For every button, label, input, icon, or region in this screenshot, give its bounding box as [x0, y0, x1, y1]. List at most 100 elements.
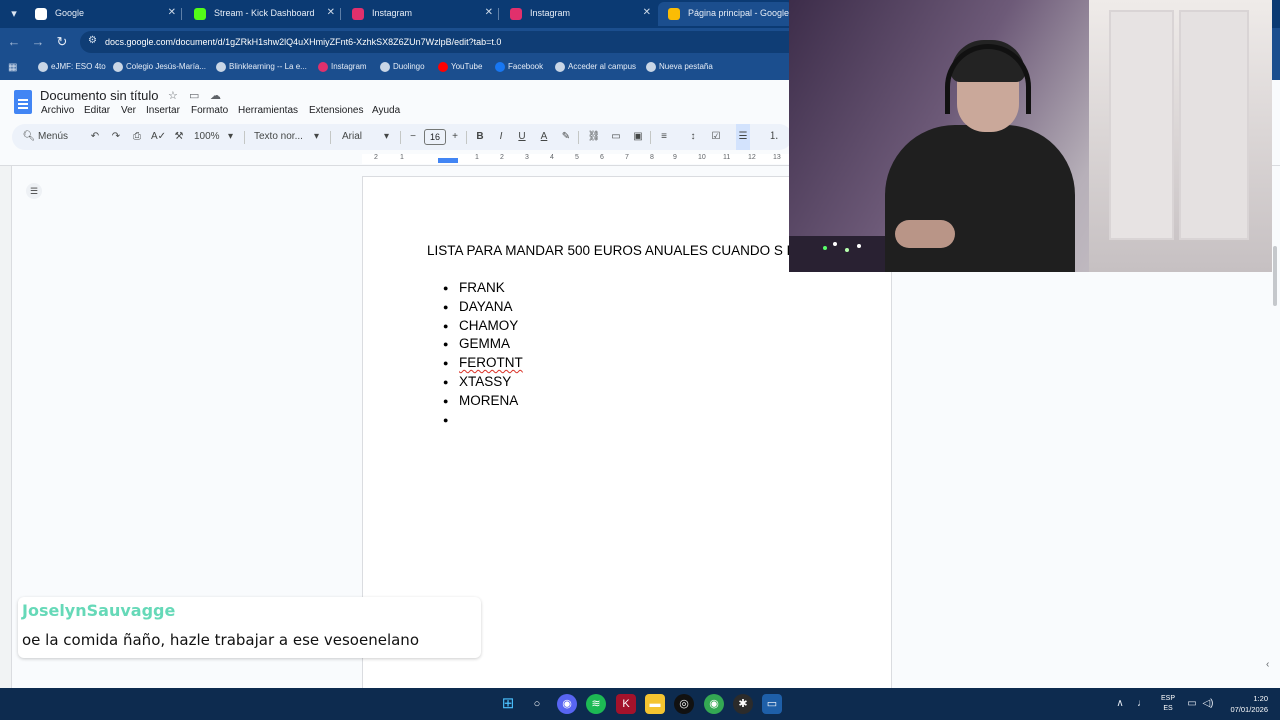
bookmark-item[interactable]: YouTube: [438, 56, 482, 78]
bookmark-item[interactable]: Nueva pestaña: [646, 56, 713, 78]
text-color-icon[interactable]: A: [538, 124, 550, 150]
chrome-icon[interactable]: ◉: [704, 694, 724, 714]
reload-icon[interactable]: ↻: [54, 34, 70, 50]
chevron-down-icon[interactable]: ▾: [314, 124, 319, 150]
bookmark-item[interactable]: Duolingo: [380, 56, 425, 78]
discord-icon[interactable]: ◉: [557, 694, 577, 714]
menu-archivo[interactable]: Archivo: [41, 105, 74, 116]
bookmark-item[interactable]: Facebook: [495, 56, 543, 78]
zoom-select[interactable]: 100%: [194, 124, 220, 150]
comment-icon[interactable]: ▭: [609, 124, 623, 150]
volume-icon[interactable]: ◁): [1201, 688, 1215, 720]
menu-formato[interactable]: Formato: [191, 105, 228, 116]
increase-font-icon[interactable]: +: [450, 124, 460, 150]
link-icon[interactable]: ⛓: [587, 124, 601, 150]
close-tab-icon[interactable]: ✕: [168, 2, 176, 24]
list-item[interactable]: XTASSY: [443, 373, 523, 392]
redo-icon[interactable]: ↷: [109, 124, 123, 150]
highlight-icon[interactable]: ✎: [560, 124, 572, 150]
chevron-up-icon[interactable]: ∧: [1113, 688, 1127, 720]
numbered-list-icon[interactable]: ⒈: [767, 124, 781, 150]
menus-search[interactable]: Menús: [38, 124, 68, 150]
url-text[interactable]: docs.google.com/document/d/1gZRkH1shw2lQ…: [105, 31, 501, 53]
close-tab-icon[interactable]: ✕: [485, 2, 493, 24]
browser-tab-google[interactable]: Google ✕: [25, 2, 180, 26]
browser-tab-kick[interactable]: Stream - Kick Dashboard ✕: [184, 2, 339, 26]
app-k-icon[interactable]: K: [616, 694, 636, 714]
star-icon[interactable]: ☆: [168, 89, 178, 102]
search-icon[interactable]: ○: [527, 694, 547, 714]
misspelled-word[interactable]: FEROTNT: [459, 355, 523, 370]
close-tab-icon[interactable]: ✕: [643, 2, 651, 24]
document-heading[interactable]: LISTA PARA MANDAR 500 EUROS ANUALES CUAN…: [427, 241, 847, 260]
bulleted-list-icon[interactable]: ☰: [736, 124, 750, 150]
obs-icon[interactable]: ◎: [674, 694, 694, 714]
document-outline-icon[interactable]: ☰: [26, 183, 42, 199]
italic-icon[interactable]: I: [495, 124, 507, 150]
search-icon[interactable]: 🔍︎: [22, 124, 36, 150]
spellcheck-icon[interactable]: A✓: [151, 124, 166, 150]
tab-search-button[interactable]: ▾: [5, 5, 23, 23]
back-arrow-icon[interactable]: ←: [6, 34, 22, 50]
language-indicator[interactable]: ESP ES: [1160, 694, 1176, 714]
docs-logo-icon[interactable]: [14, 90, 32, 114]
font-select[interactable]: Arial: [342, 124, 362, 150]
menu-editar[interactable]: Editar: [84, 105, 110, 116]
align-icon[interactable]: ≡: [657, 124, 671, 150]
menu-insertar[interactable]: Insertar: [146, 105, 180, 116]
apps-grid-icon[interactable]: ▦: [8, 62, 19, 73]
image-icon[interactable]: ▣: [631, 124, 645, 150]
menu-herramientas[interactable]: Herramientas: [238, 105, 298, 116]
print-icon[interactable]: ⎙: [130, 124, 144, 150]
windows-start-icon[interactable]: ⊞: [498, 694, 518, 714]
list-item[interactable]: FEROTNT: [443, 354, 523, 373]
clock[interactable]: 1:20 07/01/2026: [1222, 693, 1268, 715]
bold-icon[interactable]: B: [474, 124, 486, 150]
list-item[interactable]: DAYANA: [443, 298, 523, 317]
remote-desktop-icon[interactable]: ▭: [762, 694, 782, 714]
menu-ayuda[interactable]: Ayuda: [372, 105, 400, 116]
network-icon[interactable]: ▭: [1185, 688, 1199, 720]
app-icon[interactable]: ✱: [733, 694, 753, 714]
list-item[interactable]: GEMMA: [443, 335, 523, 354]
bookmark-item[interactable]: Acceder al campus: [555, 56, 636, 78]
undo-icon[interactable]: ↶: [88, 124, 102, 150]
cloud-status-icon[interactable]: ☁: [210, 89, 221, 102]
paragraph-style-select[interactable]: Texto nor...: [254, 124, 303, 150]
microphone-icon[interactable]: ♩: [1135, 688, 1149, 720]
close-tab-icon[interactable]: ✕: [327, 2, 335, 24]
checklist-icon[interactable]: ☑: [709, 124, 723, 150]
site-info-icon[interactable]: ⚙: [88, 35, 100, 47]
bookmark-item[interactable]: Instagram: [318, 56, 367, 78]
file-explorer-icon[interactable]: ▬: [645, 694, 665, 714]
menu-extensiones[interactable]: Extensiones: [309, 105, 363, 116]
side-panel-toggle-icon[interactable]: ‹: [1266, 659, 1269, 670]
paint-format-icon[interactable]: ⚒: [172, 124, 186, 150]
browser-tab-drive[interactable]: Página principal - Google Drive: [658, 2, 793, 26]
list-item[interactable]: [443, 411, 523, 430]
menu-ver[interactable]: Ver: [121, 105, 136, 116]
vertical-ruler[interactable]: [0, 166, 12, 688]
forward-arrow-icon[interactable]: →: [30, 34, 46, 50]
bookmark-item[interactable]: Blinklearning -- La e...: [216, 56, 307, 78]
bookmark-item[interactable]: eJMF: ESO 4to: [38, 56, 106, 78]
list-item[interactable]: MORENA: [443, 392, 523, 411]
list-item[interactable]: CHAMOY: [443, 317, 523, 336]
underline-icon[interactable]: U: [516, 124, 528, 150]
scrollbar-thumb[interactable]: [1273, 246, 1277, 306]
list-item[interactable]: FRANK: [443, 279, 523, 298]
indent-marker[interactable]: [438, 158, 458, 163]
font-size-input[interactable]: 16: [424, 129, 446, 145]
browser-tab-instagram-1[interactable]: Instagram ✕: [342, 2, 497, 26]
tab-title: Instagram: [530, 8, 571, 18]
browser-tab-instagram-2[interactable]: Instagram ✕: [500, 2, 655, 26]
bookmark-label: Blinklearning -- La e...: [229, 62, 307, 71]
move-folder-icon[interactable]: ▭: [189, 89, 199, 102]
line-spacing-icon[interactable]: ↕: [686, 124, 700, 150]
bookmark-item[interactable]: Colegio Jesús-María...: [113, 56, 206, 78]
document-title[interactable]: Documento sin título: [40, 88, 159, 103]
spotify-icon[interactable]: ≋: [586, 694, 606, 714]
chevron-down-icon[interactable]: ▾: [228, 124, 233, 150]
decrease-font-icon[interactable]: −: [408, 124, 418, 150]
chevron-down-icon[interactable]: ▾: [384, 124, 389, 150]
